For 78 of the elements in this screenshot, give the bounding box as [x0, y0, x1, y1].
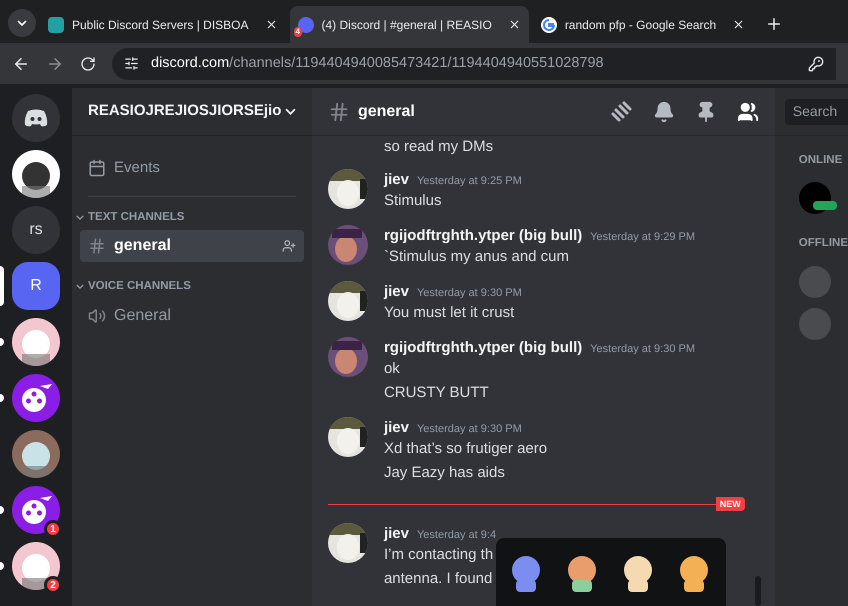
- status-badge: [812, 201, 837, 210]
- channel-title: general: [358, 102, 416, 122]
- message-text: You must let it crust: [384, 303, 516, 323]
- timestamp: Yesterday at 9:30 PM: [416, 422, 522, 437]
- timestamp: Yesterday at 9:25 PM: [416, 174, 522, 189]
- message-text: I’m contacting th: [384, 545, 494, 565]
- site-info-icon[interactable]: [124, 56, 139, 71]
- member-section-title: ONLINE: [798, 153, 844, 168]
- speaker-icon: [88, 306, 106, 324]
- message-text: CRUSTY BUTT: [384, 383, 490, 403]
- username[interactable]: jiev: [384, 169, 409, 192]
- timestamp: Yesterday at 9:30 PM: [590, 342, 696, 357]
- chevron-icon: [17, 20, 27, 26]
- close-icon[interactable]: [732, 18, 746, 31]
- server-icon[interactable]: rs: [12, 206, 60, 254]
- category-header[interactable]: VOICE CHANNELS: [76, 278, 304, 296]
- film-reel-icon[interactable]: [12, 374, 60, 422]
- new-messages-badge: NEW: [716, 497, 745, 511]
- username[interactable]: jiev: [384, 523, 409, 546]
- close-icon[interactable]: [508, 18, 521, 31]
- hash-icon: [328, 100, 350, 122]
- address-bar[interactable]: discord.com/channels/1194404940085473421/1194404940551028798: [112, 48, 836, 80]
- timestamp: Yesterday at 9:30 PM: [416, 286, 522, 301]
- chevron-icon: [76, 284, 84, 290]
- google-icon: [540, 16, 557, 32]
- site-icon: [48, 16, 64, 32]
- invite-icon[interactable]: [282, 239, 296, 254]
- message-text: Stimulus: [384, 191, 442, 211]
- discord-icon: [298, 16, 314, 32]
- film-reel-icon[interactable]: [12, 486, 60, 534]
- username[interactable]: rgijodftrghth.ytper (big bull): [384, 337, 582, 360]
- member-section-title: OFFLINE: [798, 236, 848, 252]
- bell-icon[interactable]: [652, 100, 675, 122]
- notification-badge: 2: [44, 576, 62, 594]
- username[interactable]: jiev: [384, 417, 409, 440]
- events-item[interactable]: Events: [80, 152, 304, 184]
- url-text: discord.com/channels/1194404940085473421/1194404940551028798: [151, 54, 604, 73]
- avatar[interactable]: [328, 523, 368, 563]
- discord-logo-icon: [24, 108, 48, 128]
- browser-tab[interactable]: 4 (4) Discord | #general | REASIO: [290, 6, 529, 43]
- server-header[interactable]: REASIOJREJIOSJIORSEjio: [72, 88, 312, 136]
- notification-badge: 1: [44, 520, 62, 538]
- notification-badge: 4: [294, 26, 302, 36]
- channel-item[interactable]: general: [80, 230, 304, 262]
- home-button[interactable]: [12, 94, 60, 142]
- scrollbar[interactable]: [754, 576, 761, 606]
- message-text: antenna. I found: [384, 569, 494, 589]
- category-header[interactable]: TEXT CHANNELS: [76, 209, 304, 226]
- tab-title: (4) Discord | #general | REASIO: [322, 16, 492, 34]
- message-text: so read my DMs: [384, 137, 494, 157]
- avatar[interactable]: [328, 417, 368, 457]
- reload-icon[interactable]: [80, 56, 96, 72]
- message-text: Jay Eazy has aids: [384, 463, 506, 483]
- avatar[interactable]: [328, 169, 368, 209]
- threads-icon[interactable]: [608, 100, 633, 124]
- avatar[interactable]: [328, 281, 368, 321]
- search-field[interactable]: Search: [784, 98, 848, 124]
- chevron-icon: [76, 215, 84, 220]
- hash-icon: [88, 237, 106, 256]
- tab-title: Public Discord Servers | DISBOA: [72, 16, 249, 34]
- message-text: ok: [384, 359, 401, 379]
- close-icon[interactable]: [264, 18, 278, 31]
- chevron-icon: [284, 108, 296, 115]
- channel-item[interactable]: General: [80, 300, 304, 332]
- timestamp: Yesterday at 9:29 PM: [590, 230, 696, 245]
- browser-tab[interactable]: Public Discord Servers | DISBOA: [40, 6, 286, 43]
- tab-title: random pfp - Google Search: [564, 16, 716, 34]
- calendar-icon: [88, 159, 106, 177]
- browser-tab[interactable]: random pfp - Google Search: [532, 6, 754, 43]
- tab-list-button[interactable]: [8, 9, 36, 37]
- username[interactable]: rgijodftrghth.ytper (big bull): [384, 225, 582, 248]
- key-icon[interactable]: [808, 56, 824, 72]
- message-text: `Stimulus my anus and cum: [384, 247, 570, 267]
- username[interactable]: jiev: [384, 281, 409, 304]
- members-icon[interactable]: [736, 100, 759, 122]
- timestamp: Yesterday at 9:4: [416, 528, 496, 543]
- message-text: Xd that’s so frutiger aero: [384, 439, 548, 459]
- server-icon[interactable]: R: [12, 262, 60, 310]
